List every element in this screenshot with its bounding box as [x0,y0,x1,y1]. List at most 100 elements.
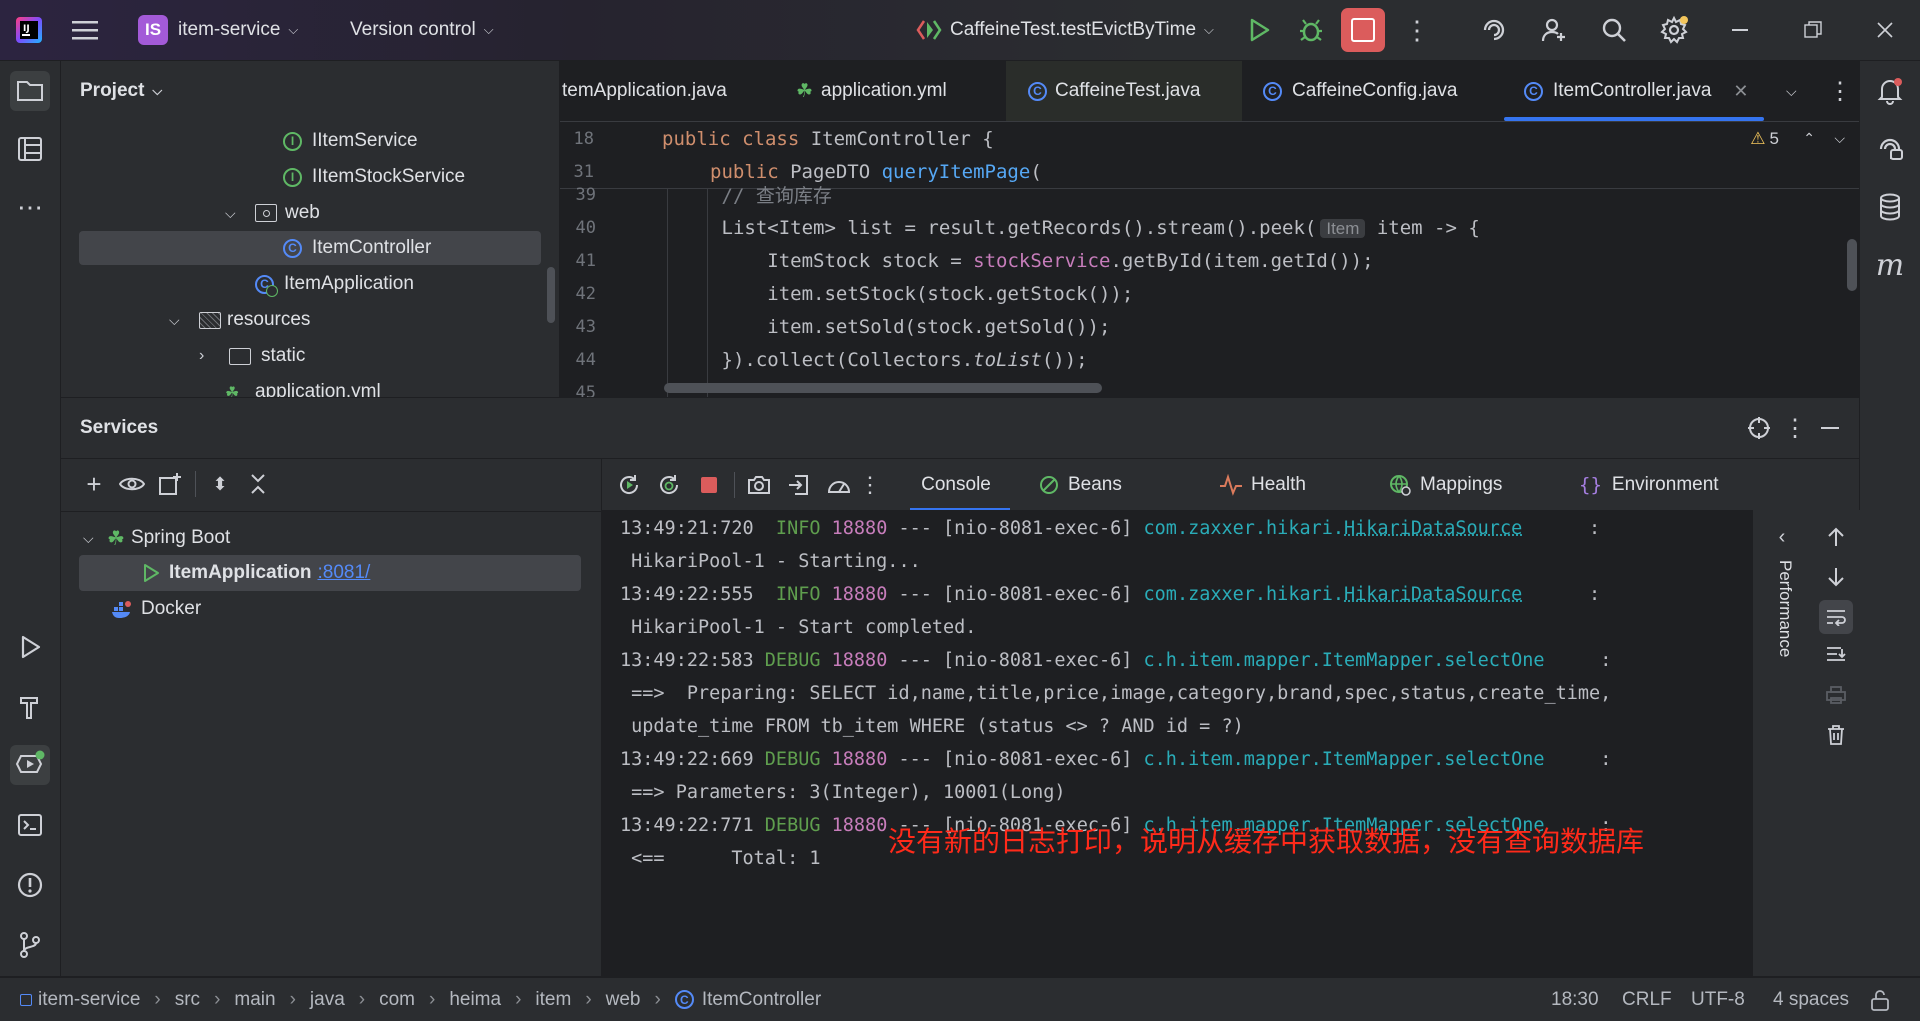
indent-setting[interactable]: 4 spaces [1773,978,1849,1021]
add-service-icon[interactable]: + [79,469,109,499]
structure-tool-icon[interactable] [10,129,50,169]
debug-icon[interactable] [1297,0,1325,60]
chevron-right-icon[interactable]: › [199,347,219,365]
soft-wrap-icon[interactable] [1819,600,1853,634]
code-body[interactable]: 39 // 查询库存 40 List<Item> list = result.g… [560,185,1859,397]
build-hammer-icon[interactable] [10,687,50,727]
run-tool-icon[interactable] [10,627,50,667]
show-eye-icon[interactable] [117,469,147,499]
vertical-scrollbar[interactable] [1847,239,1857,291]
breadcrumb-item[interactable]: com [379,989,415,1011]
project-panel-header[interactable]: Project ⌵ [80,61,162,121]
app-logo-icon[interactable]: IJ [14,0,44,60]
chevron-left-icon[interactable]: ‹ [1767,522,1797,552]
target-icon[interactable] [1747,398,1771,458]
notifications-bell-icon[interactable] [1870,71,1910,111]
tab-health[interactable]: Health [1219,459,1306,511]
tab-itemcontroller[interactable]: C ItemController.java ✕ [1524,61,1749,121]
tree-item-application-yml[interactable]: ☘ application.yml [225,375,381,397]
ai-chat-icon[interactable] [1870,129,1910,169]
service-item-itemapplication[interactable]: ItemApplication :8081/ [141,556,370,590]
performance-label[interactable]: Performance [1775,560,1795,657]
breadcrumb-item[interactable]: ItemController [702,989,821,1011]
stop-service-icon[interactable] [694,470,724,500]
tree-item-resources[interactable]: ⌵ resources [169,303,310,337]
breadcrumb-item[interactable]: heima [449,989,501,1011]
breadcrumb-item[interactable]: item-service [38,989,140,1011]
tab-list-chevron-icon[interactable]: ⌵ [1786,61,1797,121]
next-highlight-icon[interactable]: ⌵ [1834,122,1845,155]
breadcrumb-item[interactable]: main [234,989,275,1011]
add-user-icon[interactable] [1540,0,1568,60]
horizontal-scrollbar[interactable] [664,383,1102,393]
breadcrumb-item[interactable]: java [310,989,345,1011]
close-window-icon[interactable] [1876,0,1894,60]
tab-environment[interactable]: {} Environment [1579,459,1719,511]
tab-caffeinetest[interactable]: C CaffeineTest.java [1006,61,1242,121]
tab-application-yml[interactable]: ☘ application.yml [796,61,947,121]
project-switcher[interactable]: IS item-service ⌵ [138,0,298,60]
lock-icon[interactable] [1870,978,1890,1021]
tab-console[interactable]: Console [902,459,1010,511]
console-output[interactable]: 13:49:21:720 INFO 18880 --- [nio-8081-ex… [602,510,1810,976]
database-icon[interactable] [1870,187,1910,227]
more-actions-icon[interactable]: ⋮ [1404,0,1430,60]
breadcrumb-item[interactable]: web [606,989,641,1011]
search-icon[interactable] [1600,0,1628,60]
expand-all-icon[interactable]: ⬍ [205,469,235,499]
tab-mappings[interactable]: Mappings [1388,459,1502,511]
restore-icon[interactable] [1804,0,1822,60]
tree-item-iitemstockservice[interactable]: I IItemStockService [283,160,465,194]
hide-panel-icon[interactable] [1821,398,1839,458]
chevron-down-icon[interactable]: ⌵ [169,312,189,329]
rerun-icon[interactable] [614,470,644,500]
main-menu-icon[interactable] [72,0,100,60]
tab-itemapplication[interactable]: temApplication.java [562,61,727,121]
breadcrumb-item[interactable]: src [175,989,200,1011]
stop-button[interactable] [1341,0,1385,60]
project-tool-icon[interactable] [10,71,50,111]
tree-item-itemcontroller[interactable]: C ItemController [283,231,431,265]
caret-position[interactable]: 18:30 [1551,978,1599,1021]
service-group-spring-boot[interactable]: ⌵ ☘ Spring Boot [83,521,230,555]
profiler-gauge-icon[interactable] [824,470,854,500]
print-icon[interactable] [1821,680,1851,710]
scroll-down-arrow-icon[interactable] [1821,562,1851,592]
problems-icon[interactable] [10,865,50,905]
chevron-down-icon[interactable]: ⌵ [83,530,103,547]
new-group-icon[interactable] [155,469,185,499]
rerun-debug-icon[interactable] [654,470,684,500]
ai-assistant-icon[interactable] [1480,0,1508,60]
tab-caffeineconfig[interactable]: C CaffeineConfig.java [1263,61,1457,121]
warnings-indicator[interactable]: ⚠ 5 [1750,122,1779,155]
port-link[interactable]: :8081/ [318,562,371,584]
tree-item-web[interactable]: ⌵ web [225,196,320,230]
exit-icon[interactable] [784,470,814,500]
tab-more-icon[interactable]: ⋮ [1828,61,1852,121]
breadcrumb-item[interactable]: item [535,989,571,1011]
close-tab-icon[interactable]: ✕ [1733,81,1748,102]
tree-scrollbar[interactable] [547,267,555,323]
git-branch-icon[interactable] [10,925,50,965]
service-group-docker[interactable]: Docker [111,592,201,626]
scroll-to-end-icon[interactable] [1821,640,1851,670]
tab-beans[interactable]: Beans [1038,459,1122,511]
prev-highlight-icon[interactable]: ⌃ [1803,122,1815,155]
scroll-up-arrow-icon[interactable] [1821,522,1851,552]
maven-icon[interactable]: m [1870,245,1910,285]
run-config-selector[interactable]: CaffeineTest.testEvictByTime ⌵ [916,0,1214,60]
services-tool-icon[interactable] [10,745,50,785]
terminal-icon[interactable] [10,805,50,845]
panel-more-icon[interactable]: ⋮ [1783,398,1807,458]
chevron-down-icon[interactable]: ⌵ [225,205,245,222]
collapse-all-icon[interactable] [243,469,273,499]
tree-item-itemapplication[interactable]: C ItemApplication [255,267,414,301]
file-encoding[interactable]: UTF-8 [1691,978,1745,1021]
tree-item-static[interactable]: › static [199,339,305,373]
minimize-icon[interactable] [1732,0,1748,60]
more-tools-icon[interactable]: ⋯ [10,187,50,227]
tree-item-iitemservice[interactable]: I IItemService [283,124,418,158]
vcs-menu[interactable]: Version control ⌵ [350,0,494,60]
line-separator[interactable]: CRLF [1622,978,1672,1021]
screenshot-camera-icon[interactable] [744,470,774,500]
